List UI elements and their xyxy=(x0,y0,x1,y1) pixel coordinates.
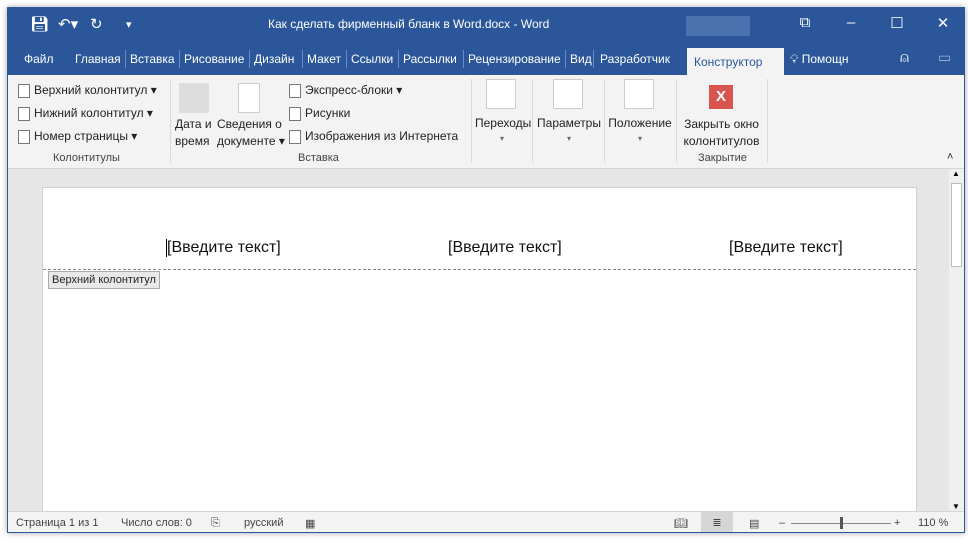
close-header-footer-icon: X xyxy=(709,85,733,109)
position-label: Положение xyxy=(608,116,672,130)
close-header-footer-button[interactable]: Закрыть окно колонтитулов xyxy=(678,116,765,150)
group-label-insert: Вставка xyxy=(298,152,339,164)
word-window: 💾︎ ↶▾ ↻ ▾ Как сделать фирменный бланк в … xyxy=(7,7,965,533)
tab-file[interactable]: Файл xyxy=(24,52,54,66)
tab-insert[interactable]: Вставка xyxy=(130,52,175,66)
header-button[interactable]: Верхний колонтитул ▾ xyxy=(18,83,157,98)
calendar-icon xyxy=(179,83,209,113)
tab-view[interactable]: Вид xyxy=(570,52,592,66)
online-pictures-button[interactable]: Изображения из Интернета xyxy=(289,129,458,144)
navigation-icon xyxy=(486,79,516,109)
page-number-icon xyxy=(18,129,30,144)
tab-header-footer-design[interactable]: Конструктор xyxy=(687,48,784,75)
position-button[interactable]: Положение ▾ xyxy=(606,116,674,144)
header-placeholder-center[interactable]: [Введите текст] xyxy=(448,239,562,257)
online-pictures-icon xyxy=(289,129,301,144)
zoom-in-button[interactable]: + xyxy=(894,517,900,529)
document-info-button[interactable]: Сведения о документе ▾ xyxy=(217,116,285,150)
ribbon-display-icon[interactable]: ⧉ xyxy=(790,14,820,31)
maximize-button[interactable]: ☐ xyxy=(882,14,912,32)
vertical-scrollbar[interactable]: ▲ ▼ xyxy=(949,169,964,511)
pictures-icon xyxy=(289,106,301,121)
tab-references[interactable]: Ссылки xyxy=(351,52,393,66)
group-label-headers: Колонтитулы xyxy=(53,152,120,164)
close-button[interactable]: ✕ xyxy=(928,14,958,32)
zoom-out-button[interactable]: – xyxy=(779,517,785,529)
header-label: Верхний колонтитул xyxy=(34,83,148,97)
document-page[interactable]: [Введите текст] [Введите текст] [Введите… xyxy=(42,187,917,532)
options-button[interactable]: Параметры ▾ xyxy=(535,116,603,144)
page-number-label: Номер страницы xyxy=(34,129,128,143)
window-title: Как сделать фирменный бланк в Word.docx … xyxy=(268,17,550,31)
tell-me[interactable]: 💡︎ Помощн xyxy=(790,52,848,67)
minimize-button[interactable]: – xyxy=(836,14,866,31)
docinfo-label-1: Сведения о xyxy=(217,117,282,131)
tab-mailings[interactable]: Рассылки xyxy=(403,52,457,66)
collapse-ribbon-icon[interactable]: ˄ xyxy=(947,151,953,163)
document-info-icon xyxy=(238,83,260,113)
tell-me-label: Помощн xyxy=(801,52,849,66)
read-mode-icon[interactable]: 📖︎ xyxy=(674,517,688,530)
position-icon xyxy=(624,79,654,109)
share-icon[interactable]: ⍝ xyxy=(900,49,909,66)
footer-icon xyxy=(18,106,30,121)
tab-developer[interactable]: Разработчик xyxy=(600,52,670,66)
redo-icon[interactable]: ↻ xyxy=(90,15,103,33)
status-bar: Страница 1 из 1 Число слов: 0 ⎘ русский … xyxy=(8,511,964,532)
date-label-2: время xyxy=(175,134,210,148)
page-count[interactable]: Страница 1 из 1 xyxy=(16,517,98,529)
online-pictures-label: Изображения из Интернета xyxy=(305,129,459,143)
lightbulb-icon: 💡︎ xyxy=(790,52,799,66)
navigation-label: Переходы xyxy=(475,116,532,130)
header-placeholder-left[interactable]: [Введите текст] xyxy=(166,239,281,257)
undo-icon[interactable]: ↶▾ xyxy=(58,15,78,33)
footer-label: Нижний колонтитул xyxy=(34,106,144,120)
save-icon[interactable]: 💾︎ xyxy=(30,15,49,33)
pictures-button[interactable]: Рисунки xyxy=(289,106,350,121)
header-tag: Верхний колонтитул xyxy=(48,271,160,289)
scroll-down-icon[interactable]: ▼ xyxy=(952,502,960,511)
page-number-button[interactable]: Номер страницы ▾ xyxy=(18,129,137,144)
tab-review[interactable]: Рецензирование xyxy=(468,52,561,66)
tab-design[interactable]: Дизайн xyxy=(254,52,294,66)
ribbon-tabs: Файл Главная Вставка Рисование Дизайн Ма… xyxy=(8,42,964,75)
tab-draw[interactable]: Рисование xyxy=(184,52,244,66)
web-layout-icon[interactable]: ▤ xyxy=(749,517,759,530)
pictures-label: Рисунки xyxy=(305,106,351,120)
account-name xyxy=(686,16,750,36)
quick-parts-icon xyxy=(289,83,301,98)
zoom-slider-thumb[interactable] xyxy=(840,517,843,529)
comments-icon[interactable]: ▭ xyxy=(938,49,951,66)
header-placeholder-right[interactable]: [Введите текст] xyxy=(729,239,843,257)
language[interactable]: русский xyxy=(244,517,283,529)
ribbon: Верхний колонтитул ▾ Нижний колонтитул ▾… xyxy=(8,75,964,169)
print-layout-icon[interactable]: ≣ xyxy=(701,512,733,532)
header-icon xyxy=(18,83,30,98)
quick-parts-label: Экспресс-блоки xyxy=(305,83,393,97)
footer-button[interactable]: Нижний колонтитул ▾ xyxy=(18,106,153,121)
docinfo-label-2: документе xyxy=(217,134,276,148)
zoom-level[interactable]: 110 % xyxy=(918,517,948,529)
customize-qat-icon[interactable]: ▾ xyxy=(126,18,132,31)
tab-home[interactable]: Главная xyxy=(75,52,121,66)
options-label: Параметры xyxy=(537,116,601,130)
date-label-1: Дата и xyxy=(175,117,212,131)
macro-icon[interactable]: ▦ xyxy=(305,517,315,530)
title-bar: 💾︎ ↶▾ ↻ ▾ Как сделать фирменный бланк в … xyxy=(8,8,964,42)
proofing-icon[interactable]: ⎘ xyxy=(211,517,220,530)
word-count[interactable]: Число слов: 0 xyxy=(121,517,192,529)
group-label-close: Закрытие xyxy=(698,152,747,164)
close-label-2: колонтитулов xyxy=(683,134,760,148)
tab-layout[interactable]: Макет xyxy=(307,52,341,66)
scroll-up-icon[interactable]: ▲ xyxy=(952,169,960,178)
options-icon xyxy=(553,79,583,109)
date-time-button[interactable]: Дата и время xyxy=(175,116,212,150)
navigation-button[interactable]: Переходы ▾ xyxy=(475,116,532,144)
header-boundary xyxy=(43,269,916,270)
scroll-thumb[interactable] xyxy=(951,183,962,267)
quick-parts-button[interactable]: Экспресс-блоки ▾ xyxy=(289,83,402,98)
close-label-1: Закрыть окно xyxy=(684,117,759,131)
